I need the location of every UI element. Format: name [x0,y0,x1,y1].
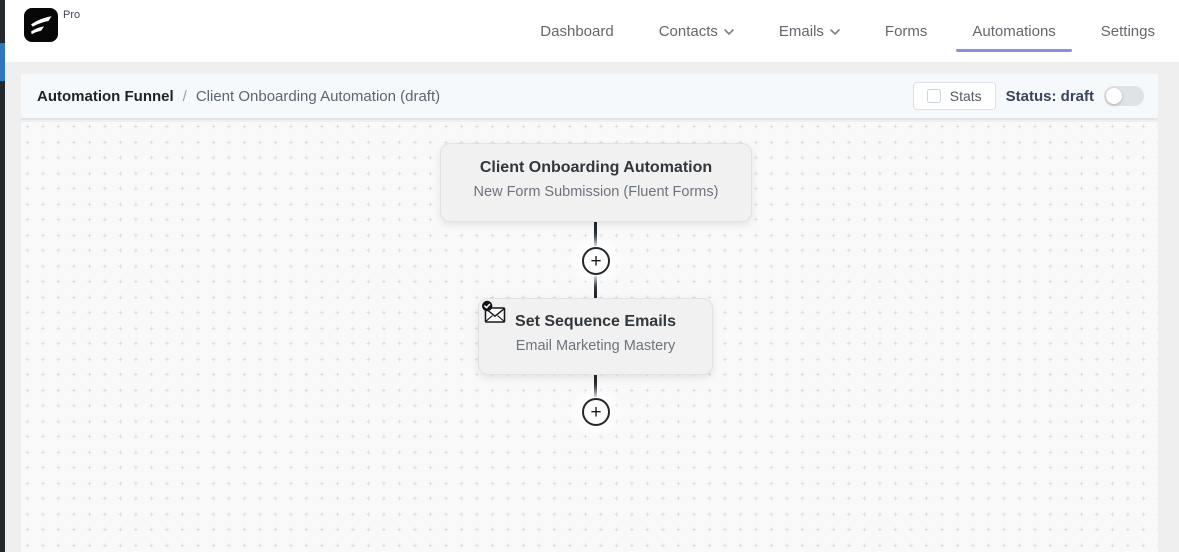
trigger-node-title: Client Onboarding Automation [479,159,713,176]
stats-label: Stats [949,88,982,104]
breadcrumb: Automation Funnel / Client Onboarding Au… [37,88,440,105]
nav-item-automations[interactable]: Automations [956,0,1072,62]
nav-label: Forms [884,22,928,40]
nav-label: Dashboard [540,22,614,40]
toolbar-actions: Stats Status: draft [912,82,1144,110]
nav-label: Automations [972,22,1056,40]
main-nav: Dashboard Contacts Emails Forms Automati… [540,0,1155,62]
action-node-sequence-emails[interactable]: Set Sequence Emails Email Marketing Mast… [478,298,713,375]
fluentcrm-logo[interactable] [24,8,58,42]
top-header: Pro Dashboard Contacts Emails Forms Auto… [5,0,1179,62]
add-step-button[interactable]: + [582,398,610,426]
pro-badge: Pro [63,9,81,21]
trigger-node[interactable]: Client Onboarding Automation New Form Su… [440,143,752,222]
stats-toggle-button[interactable]: Stats [912,82,996,110]
toggle-knob [1106,88,1122,104]
wp-admin-collapsed-sidebar [0,0,5,552]
nav-item-forms[interactable]: Forms [885,0,928,62]
nav-item-contacts[interactable]: Contacts [659,0,734,62]
action-node-subtitle: Email Marketing Mastery [515,338,676,354]
chevron-down-icon [724,27,734,35]
nav-item-settings[interactable]: Settings [1101,0,1155,62]
status-label: Status: draft [1005,87,1094,105]
nav-label: Contacts [658,22,718,40]
funnel-toolbar: Automation Funnel / Client Onboarding Au… [21,74,1158,120]
nav-item-emails[interactable]: Emails [779,0,840,62]
funnel-canvas: ++++++++++++++++++++++++++++++++++++++++… [21,122,1158,552]
breadcrumb-separator: / [182,87,187,105]
sidebar-scrollbar-thumb[interactable] [0,43,5,81]
nav-label: Settings [1100,22,1155,40]
active-tab-underline [956,49,1072,52]
trigger-node-subtitle: New Form Submission (Fluent Forms) [473,184,719,200]
action-node-title: Set Sequence Emails [515,313,676,330]
chevron-down-icon [830,27,840,35]
stats-checkbox[interactable] [926,89,941,103]
breadcrumb-root-link[interactable]: Automation Funnel [37,88,174,105]
breadcrumb-current: Client Onboarding Automation (draft) [195,87,441,105]
add-step-button[interactable]: + [582,247,610,275]
status-toggle[interactable] [1104,86,1144,106]
envelope-check-icon [481,300,508,327]
nav-item-dashboard[interactable]: Dashboard [540,0,613,62]
nav-label: Emails [778,22,824,40]
